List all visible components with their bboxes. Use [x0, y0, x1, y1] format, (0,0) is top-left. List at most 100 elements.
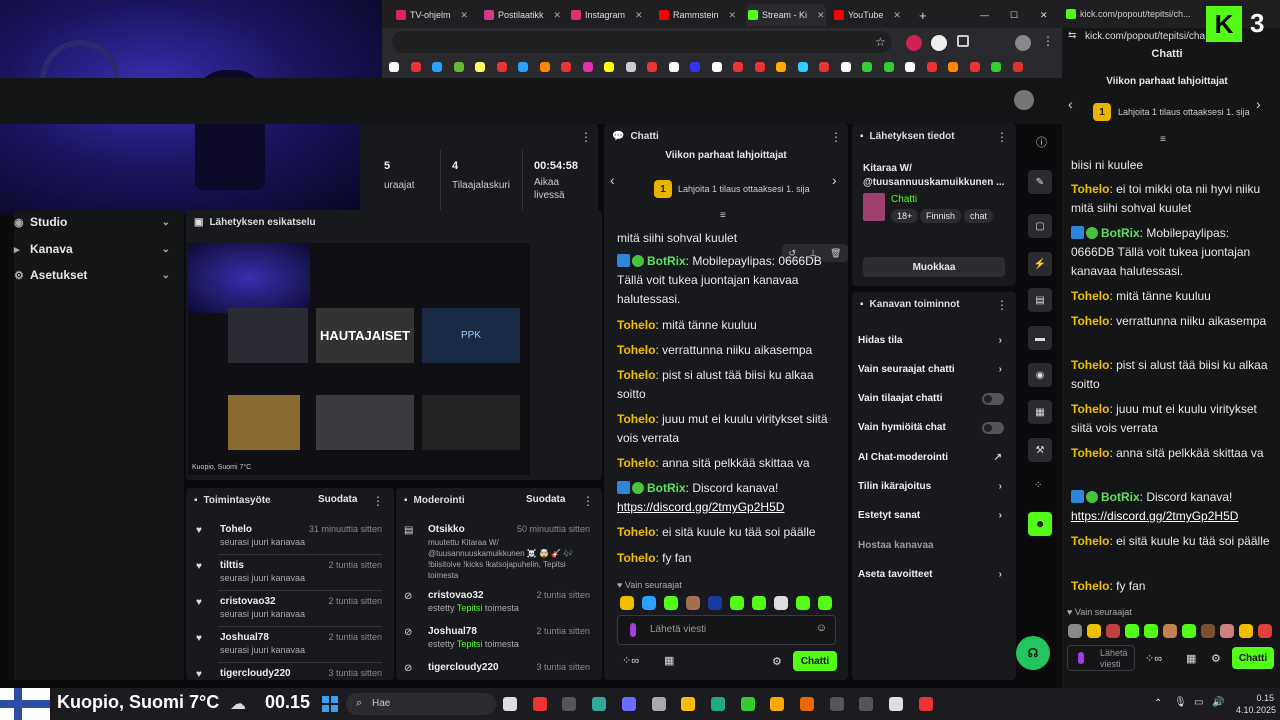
minimize-button[interactable]: —	[980, 4, 989, 26]
category-name[interactable]: Chatti	[891, 194, 917, 205]
browser-tab-active[interactable]: Stream - Ki ✕	[746, 4, 826, 26]
new-tab-button[interactable]: +	[919, 4, 927, 26]
bookmark-icon[interactable]	[518, 62, 528, 72]
bookmark-icon[interactable]	[561, 62, 571, 72]
emote-icon[interactable]	[1182, 624, 1196, 638]
doc-icon[interactable]: ▤	[1028, 288, 1052, 312]
bookmark-icon[interactable]	[625, 62, 636, 72]
channel-action-item[interactable]: Estetyt sanat ›	[858, 505, 1008, 527]
network-icon[interactable]: ▭	[1194, 697, 1203, 708]
bookmark-icon[interactable]	[539, 62, 550, 72]
wrench-icon[interactable]: ⚒	[1028, 438, 1052, 462]
bookmark-icon[interactable]	[647, 62, 657, 72]
bookmark-icon[interactable]	[969, 62, 980, 72]
browser-tab[interactable]: Postilaatikk ✕	[484, 4, 564, 26]
taskbar-app-icon[interactable]	[859, 697, 874, 711]
emote-icon[interactable]	[1201, 624, 1215, 638]
close-icon[interactable]: ✕	[893, 10, 901, 21]
bookmark-icon[interactable]	[733, 62, 743, 72]
tag[interactable]: chat	[964, 209, 994, 223]
bookmark-icon[interactable]	[453, 62, 464, 72]
broadcast-icon[interactable]: ◉	[1028, 363, 1052, 387]
url-field[interactable]	[392, 31, 892, 53]
screen-icon[interactable]: ▢	[1028, 214, 1052, 238]
dots-icon[interactable]: ⁘	[1034, 480, 1042, 491]
emote-icon[interactable]	[664, 596, 678, 610]
close-icon[interactable]: ✕	[461, 10, 469, 21]
chevron-left-icon[interactable]: ‹	[610, 172, 615, 188]
taskbar-app-icon[interactable]	[592, 697, 607, 711]
bookmark-icon[interactable]	[690, 62, 700, 72]
emote-icon[interactable]	[752, 596, 766, 610]
bookmark-icon[interactable]	[776, 62, 786, 72]
chat-link[interactable]: https://discord.gg/2tmyGp2H5D	[1071, 509, 1238, 523]
taskbar-app-icon[interactable]	[651, 697, 666, 711]
taskbar-app-icon[interactable]	[918, 697, 933, 711]
bookmark-icon[interactable]	[389, 62, 399, 72]
bot-app-icon[interactable]: ☻	[1028, 512, 1052, 536]
chevron-right-icon[interactable]: ›	[1256, 96, 1261, 112]
bookmark-icon[interactable]	[948, 62, 958, 72]
bookmark-icon[interactable]	[582, 62, 593, 72]
gear-icon[interactable]: ⚙	[772, 655, 782, 668]
emote-icon[interactable]	[1087, 624, 1101, 638]
emote-icon[interactable]	[1068, 624, 1082, 638]
bolt-icon[interactable]: ⚡	[1028, 252, 1052, 276]
menu-icon[interactable]: ⋮	[996, 298, 1008, 312]
emote-icon[interactable]	[1125, 624, 1139, 638]
bookmark-icon[interactable]	[926, 62, 937, 72]
emote-icon[interactable]	[1239, 624, 1253, 638]
moderation-filter-button[interactable]: Suodata	[526, 494, 565, 505]
close-icon[interactable]: ✕	[635, 10, 643, 21]
channel-action-item[interactable]: Vain hymiöitä chat	[858, 417, 1008, 439]
emote-icon[interactable]	[686, 596, 700, 610]
close-icon[interactable]: ✕	[817, 10, 825, 21]
extension-icon[interactable]	[931, 35, 947, 51]
bookmark-icon[interactable]	[496, 62, 507, 72]
support-icon[interactable]: ☊	[1016, 636, 1050, 670]
info-icon[interactable]: ⓘ	[1036, 134, 1047, 150]
taskbar-app-icon[interactable]	[621, 697, 636, 711]
extension-icon[interactable]	[906, 35, 922, 51]
tray-clock[interactable]: 0.15 4.10.2025	[1236, 693, 1276, 715]
menu-icon[interactable]: ⋮	[996, 130, 1008, 144]
taskbar-app-icon[interactable]	[562, 697, 577, 711]
browser-tab[interactable]: Rammstein ✕	[659, 4, 739, 26]
tray-chevron-icon[interactable]: ⌃	[1154, 698, 1162, 709]
chat-bubble-icon[interactable]: ▬	[1028, 326, 1052, 350]
bookmark-icon[interactable]	[1012, 62, 1023, 72]
menu-icon[interactable]: ⋮	[582, 494, 594, 508]
channel-action-item[interactable]: AI Chat-moderointi ↗	[858, 446, 1008, 468]
taskbar-app-icon[interactable]	[710, 697, 725, 711]
close-icon[interactable]: ✕	[729, 10, 737, 21]
taskbar-app-icon[interactable]	[503, 697, 517, 711]
channel-action-item[interactable]: Aseta tavoitteet ›	[858, 563, 1008, 585]
emote-icon[interactable]	[708, 596, 722, 610]
window-close-button[interactable]: ✕	[1040, 4, 1048, 26]
star-icon[interactable]: ☆	[875, 35, 886, 49]
popout-chat-input[interactable]: Lähetä viesti	[1067, 645, 1135, 671]
bookmark-icon[interactable]	[711, 62, 722, 72]
gear-icon[interactable]: ⚙	[1211, 652, 1221, 665]
bookmark-icon[interactable]	[862, 62, 872, 72]
emote-icon[interactable]	[1163, 624, 1177, 638]
store-icon[interactable]: ▦	[664, 654, 674, 667]
popout-url[interactable]: kick.com/popout/tepitsi/chat	[1085, 31, 1205, 42]
emote-icon[interactable]	[620, 596, 634, 610]
emote-icon[interactable]	[774, 596, 788, 610]
channel-action-item[interactable]: Hidas tila ›	[858, 329, 1008, 351]
pin-icon[interactable]: ≡	[1160, 134, 1166, 145]
maximize-button[interactable]: ☐	[1010, 4, 1018, 26]
taskbar-app-icon[interactable]	[800, 697, 814, 711]
emote-icon[interactable]	[1106, 624, 1120, 638]
pin-icon[interactable]: ≡	[720, 210, 726, 221]
menu-icon[interactable]: ⋮	[830, 130, 842, 144]
bookmark-icon[interactable]	[991, 62, 1001, 72]
taskbar-app-icon[interactable]	[889, 697, 904, 711]
emote-icon[interactable]	[796, 596, 810, 610]
popout-send-button[interactable]: Chatti	[1232, 647, 1274, 669]
bookmark-icon[interactable]	[475, 62, 485, 72]
emote-icon[interactable]	[730, 596, 744, 610]
channel-action-item[interactable]: Vain seuraajat chatti ›	[858, 358, 1008, 380]
sidebar-item-asetukset[interactable]: ⚙ Asetukset ⌄	[14, 264, 174, 286]
